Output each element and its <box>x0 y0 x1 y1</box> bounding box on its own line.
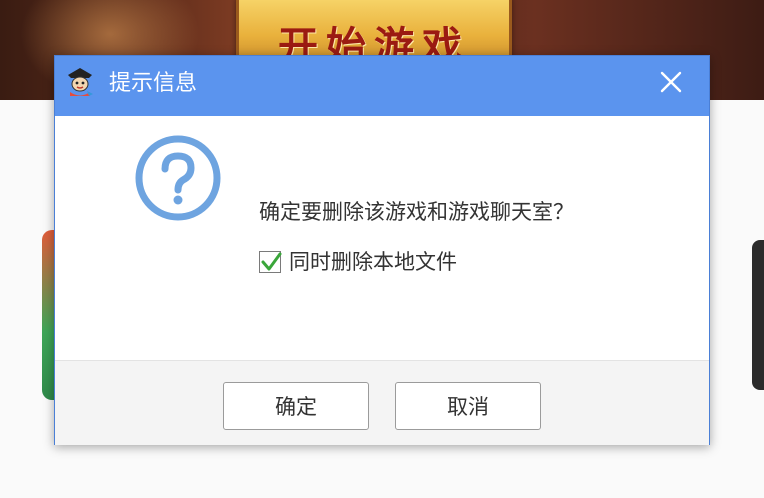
checkbox-box[interactable] <box>259 251 282 273</box>
dialog-titlebar[interactable]: 提示信息 <box>55 56 709 116</box>
confirm-dialog: 提示信息 确定要删除该游戏和游戏聊天室？ 同时删除本地文件 确定 取消 <box>54 55 710 445</box>
question-icon <box>134 134 222 222</box>
check-icon <box>261 252 282 271</box>
dialog-message: 确定要删除该游戏和游戏聊天室？ <box>259 200 574 224</box>
cancel-button[interactable]: 取消 <box>395 382 541 430</box>
close-button[interactable] <box>651 62 691 102</box>
qq-game-penguin-icon <box>65 66 95 98</box>
dialog-footer: 确定 取消 <box>55 360 709 445</box>
close-icon <box>660 71 682 93</box>
dialog-title: 提示信息 <box>109 71 198 96</box>
delete-local-files-checkbox[interactable]: 同时删除本地文件 <box>259 248 457 276</box>
checkbox-label: 同时删除本地文件 <box>289 250 457 274</box>
ok-button[interactable]: 确定 <box>223 382 369 430</box>
background-game-tile-right[interactable] <box>752 240 764 390</box>
